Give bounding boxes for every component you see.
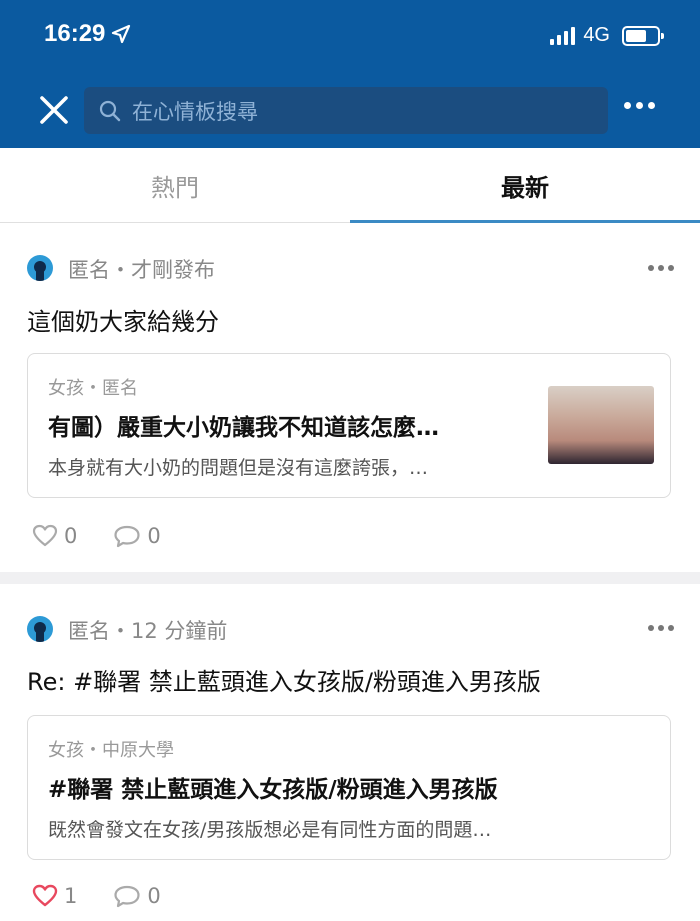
card-title: #聯署 禁止藍頭進入女孩版/粉頭進入男孩版 <box>48 777 498 803</box>
tab-hot[interactable]: 熱門 <box>0 148 350 222</box>
post-actions: 0 0 <box>32 524 197 548</box>
post-actions: 1 0 <box>32 884 197 908</box>
tab-latest[interactable]: 最新 <box>350 148 700 222</box>
location-arrow-icon <box>112 24 131 44</box>
avatar <box>27 616 53 642</box>
post-title[interactable]: 這個奶大家給幾分 <box>27 302 219 337</box>
comment-count: 0 <box>147 524 161 548</box>
comment-icon[interactable] <box>113 524 141 548</box>
post-meta: 匿名・12 分鐘前 <box>68 619 228 643</box>
card-thumbnail <box>548 386 654 464</box>
heart-icon[interactable] <box>32 884 58 908</box>
post-divider <box>0 572 700 584</box>
card-meta: 女孩・匿名 <box>48 378 138 399</box>
tab-bar: 熱門 最新 <box>0 148 700 223</box>
status-time: 16:29 <box>44 20 131 48</box>
post-title[interactable]: Re: #聯署 禁止藍頭進入女孩版/粉頭進入男孩版 <box>27 662 541 697</box>
card-meta: 女孩・中原大學 <box>48 740 174 761</box>
card-excerpt: 既然會發文在女孩/男孩版想必是有同性方面的問題… <box>48 819 492 841</box>
like-count: 0 <box>64 524 78 548</box>
heart-icon[interactable] <box>32 524 58 548</box>
more-options-icon[interactable] <box>624 102 655 109</box>
network-label: 4G <box>583 24 610 46</box>
comment-icon[interactable] <box>113 884 141 908</box>
like-count: 1 <box>64 884 78 908</box>
search-input[interactable]: 在心情板搜尋 <box>84 87 608 134</box>
signal-icon <box>550 26 576 45</box>
status-time-label: 16:29 <box>44 20 106 47</box>
avatar <box>27 255 53 281</box>
status-indicators: 4G <box>550 24 664 47</box>
post-more-icon[interactable] <box>648 265 674 271</box>
post-item[interactable]: 匿名・才剛發布 這個奶大家給幾分 女孩・匿名 有圖）嚴重大小奶讓我不知道該怎麼…… <box>0 222 700 572</box>
quoted-post-card[interactable]: 女孩・匿名 有圖）嚴重大小奶讓我不知道該怎麼… 本身就有大小奶的問題但是沒有這麼… <box>27 353 671 498</box>
post-more-icon[interactable] <box>648 625 674 631</box>
close-icon[interactable] <box>36 92 72 128</box>
battery-icon <box>622 25 664 46</box>
card-excerpt: 本身就有大小奶的問題但是沒有這麼誇張，… <box>48 457 429 479</box>
quoted-post-card[interactable]: 女孩・中原大學 #聯署 禁止藍頭進入女孩版/粉頭進入男孩版 既然會發文在女孩/男… <box>27 715 671 860</box>
comment-count: 0 <box>147 884 161 908</box>
search-icon <box>99 100 121 121</box>
post-item[interactable]: 匿名・12 分鐘前 Re: #聯署 禁止藍頭進入女孩版/粉頭進入男孩版 女孩・中… <box>0 584 700 921</box>
card-title: 有圖）嚴重大小奶讓我不知道該怎麼… <box>48 415 439 441</box>
search-placeholder: 在心情板搜尋 <box>132 99 258 124</box>
top-bar: 16:29 4G 在心情板搜尋 <box>0 0 700 148</box>
post-meta: 匿名・才剛發布 <box>68 258 215 282</box>
